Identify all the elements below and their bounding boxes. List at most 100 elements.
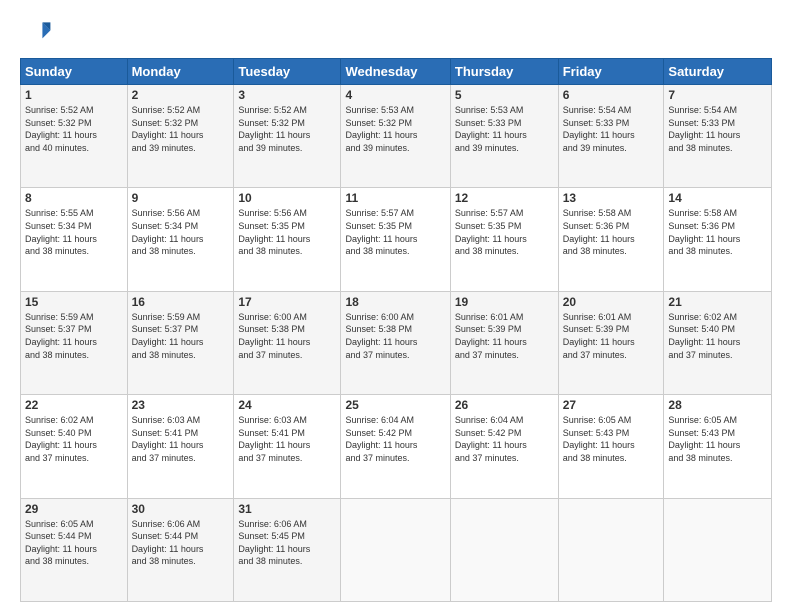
calendar-cell: 29 Sunrise: 6:05 AM Sunset: 5:44 PM Dayli…: [21, 498, 128, 601]
day-number: 1: [25, 88, 123, 102]
calendar-cell: 26 Sunrise: 6:04 AM Sunset: 5:42 PM Dayli…: [450, 395, 558, 498]
day-number: 13: [563, 191, 660, 205]
day-info: Sunrise: 6:01 AM Sunset: 5:39 PM Dayligh…: [455, 311, 554, 361]
day-info: Sunrise: 6:02 AM Sunset: 5:40 PM Dayligh…: [25, 414, 123, 464]
day-info: Sunrise: 6:05 AM Sunset: 5:44 PM Dayligh…: [25, 518, 123, 568]
calendar-week-2: 8 Sunrise: 5:55 AM Sunset: 5:34 PM Daylig…: [21, 188, 772, 291]
day-info: Sunrise: 6:03 AM Sunset: 5:41 PM Dayligh…: [238, 414, 336, 464]
day-info: Sunrise: 5:52 AM Sunset: 5:32 PM Dayligh…: [25, 104, 123, 154]
day-number: 6: [563, 88, 660, 102]
calendar-cell: 22 Sunrise: 6:02 AM Sunset: 5:40 PM Dayli…: [21, 395, 128, 498]
calendar-cell: 3Sunrise: 5:52 AM Sunset: 5:32 PM Daylig…: [234, 85, 341, 188]
calendar-cell: 23 Sunrise: 6:03 AM Sunset: 5:41 PM Dayli…: [127, 395, 234, 498]
day-info: Sunrise: 5:52 AM Sunset: 5:32 PM Dayligh…: [132, 104, 230, 154]
calendar-cell: 27 Sunrise: 6:05 AM Sunset: 5:43 PM Dayli…: [558, 395, 664, 498]
day-info: Sunrise: 6:00 AM Sunset: 5:38 PM Dayligh…: [345, 311, 445, 361]
calendar-header-sunday: Sunday: [21, 59, 128, 85]
day-info: Sunrise: 5:57 AM Sunset: 5:35 PM Dayligh…: [455, 207, 554, 257]
day-info: Sunrise: 6:05 AM Sunset: 5:43 PM Dayligh…: [563, 414, 660, 464]
day-number: 25: [345, 398, 445, 412]
page: SundayMondayTuesdayWednesdayThursdayFrid…: [0, 0, 792, 612]
day-info: Sunrise: 5:54 AM Sunset: 5:33 PM Dayligh…: [563, 104, 660, 154]
calendar-cell: 15 Sunrise: 5:59 AM Sunset: 5:37 PM Dayli…: [21, 291, 128, 394]
calendar-cell: 6 Sunrise: 5:54 AM Sunset: 5:33 PM Daylig…: [558, 85, 664, 188]
calendar-cell: 11Sunrise: 5:57 AM Sunset: 5:35 PM Dayli…: [341, 188, 450, 291]
calendar-cell: 31 Sunrise: 6:06 AM Sunset: 5:45 PM Dayli…: [234, 498, 341, 601]
header: [20, 16, 772, 48]
day-number: 31: [238, 502, 336, 516]
calendar-cell: 10Sunrise: 5:56 AM Sunset: 5:35 PM Dayli…: [234, 188, 341, 291]
calendar-cell: 20 Sunrise: 6:01 AM Sunset: 5:39 PM Dayli…: [558, 291, 664, 394]
day-info: Sunrise: 5:58 AM Sunset: 5:36 PM Dayligh…: [668, 207, 767, 257]
calendar-cell: 8 Sunrise: 5:55 AM Sunset: 5:34 PM Daylig…: [21, 188, 128, 291]
calendar-cell: [558, 498, 664, 601]
day-info: Sunrise: 5:56 AM Sunset: 5:35 PM Dayligh…: [238, 207, 336, 257]
calendar-header-monday: Monday: [127, 59, 234, 85]
calendar-header-tuesday: Tuesday: [234, 59, 341, 85]
day-info: Sunrise: 6:02 AM Sunset: 5:40 PM Dayligh…: [668, 311, 767, 361]
day-number: 21: [668, 295, 767, 309]
day-number: 23: [132, 398, 230, 412]
calendar-week-1: 1 Sunrise: 5:52 AM Sunset: 5:32 PM Daylig…: [21, 85, 772, 188]
day-number: 5: [455, 88, 554, 102]
calendar-header-saturday: Saturday: [664, 59, 772, 85]
day-info: Sunrise: 5:59 AM Sunset: 5:37 PM Dayligh…: [25, 311, 123, 361]
day-info: Sunrise: 6:04 AM Sunset: 5:42 PM Dayligh…: [345, 414, 445, 464]
calendar-cell: 19 Sunrise: 6:01 AM Sunset: 5:39 PM Dayli…: [450, 291, 558, 394]
day-info: Sunrise: 5:55 AM Sunset: 5:34 PM Dayligh…: [25, 207, 123, 257]
calendar-cell: 17 Sunrise: 6:00 AM Sunset: 5:38 PM Dayli…: [234, 291, 341, 394]
day-number: 16: [132, 295, 230, 309]
calendar-cell: 4Sunrise: 5:53 AM Sunset: 5:32 PM Daylig…: [341, 85, 450, 188]
day-info: Sunrise: 5:53 AM Sunset: 5:33 PM Dayligh…: [455, 104, 554, 154]
day-info: Sunrise: 5:54 AM Sunset: 5:33 PM Dayligh…: [668, 104, 767, 154]
day-number: 4: [345, 88, 445, 102]
day-number: 30: [132, 502, 230, 516]
day-number: 28: [668, 398, 767, 412]
logo: [20, 16, 56, 48]
day-info: Sunrise: 6:06 AM Sunset: 5:45 PM Dayligh…: [238, 518, 336, 568]
day-info: Sunrise: 6:06 AM Sunset: 5:44 PM Dayligh…: [132, 518, 230, 568]
day-number: 29: [25, 502, 123, 516]
day-number: 24: [238, 398, 336, 412]
calendar-week-4: 22 Sunrise: 6:02 AM Sunset: 5:40 PM Dayli…: [21, 395, 772, 498]
day-number: 22: [25, 398, 123, 412]
day-number: 26: [455, 398, 554, 412]
day-info: Sunrise: 5:56 AM Sunset: 5:34 PM Dayligh…: [132, 207, 230, 257]
calendar-cell: 13Sunrise: 5:58 AM Sunset: 5:36 PM Dayli…: [558, 188, 664, 291]
day-number: 15: [25, 295, 123, 309]
day-info: Sunrise: 6:00 AM Sunset: 5:38 PM Dayligh…: [238, 311, 336, 361]
day-number: 20: [563, 295, 660, 309]
calendar-cell: 28 Sunrise: 6:05 AM Sunset: 5:43 PM Dayli…: [664, 395, 772, 498]
day-number: 27: [563, 398, 660, 412]
calendar-week-3: 15 Sunrise: 5:59 AM Sunset: 5:37 PM Dayli…: [21, 291, 772, 394]
calendar-header-wednesday: Wednesday: [341, 59, 450, 85]
calendar-cell: [450, 498, 558, 601]
calendar-cell: 16 Sunrise: 5:59 AM Sunset: 5:37 PM Dayli…: [127, 291, 234, 394]
day-number: 2: [132, 88, 230, 102]
calendar-cell: 25 Sunrise: 6:04 AM Sunset: 5:42 PM Dayli…: [341, 395, 450, 498]
calendar-week-5: 29 Sunrise: 6:05 AM Sunset: 5:44 PM Dayli…: [21, 498, 772, 601]
day-info: Sunrise: 6:04 AM Sunset: 5:42 PM Dayligh…: [455, 414, 554, 464]
calendar-cell: 24 Sunrise: 6:03 AM Sunset: 5:41 PM Dayli…: [234, 395, 341, 498]
calendar-cell: 1 Sunrise: 5:52 AM Sunset: 5:32 PM Daylig…: [21, 85, 128, 188]
day-number: 19: [455, 295, 554, 309]
calendar-cell: 30 Sunrise: 6:06 AM Sunset: 5:44 PM Dayli…: [127, 498, 234, 601]
day-number: 11: [345, 191, 445, 205]
calendar-header-row: SundayMondayTuesdayWednesdayThursdayFrid…: [21, 59, 772, 85]
day-number: 7: [668, 88, 767, 102]
calendar-cell: 9Sunrise: 5:56 AM Sunset: 5:34 PM Daylig…: [127, 188, 234, 291]
calendar-cell: 14Sunrise: 5:58 AM Sunset: 5:36 PM Dayli…: [664, 188, 772, 291]
calendar-cell: 5 Sunrise: 5:53 AM Sunset: 5:33 PM Daylig…: [450, 85, 558, 188]
calendar-cell: 18Sunrise: 6:00 AM Sunset: 5:38 PM Dayli…: [341, 291, 450, 394]
logo-icon: [20, 16, 52, 48]
calendar-header-thursday: Thursday: [450, 59, 558, 85]
day-number: 8: [25, 191, 123, 205]
day-number: 17: [238, 295, 336, 309]
day-info: Sunrise: 6:03 AM Sunset: 5:41 PM Dayligh…: [132, 414, 230, 464]
day-info: Sunrise: 6:01 AM Sunset: 5:39 PM Dayligh…: [563, 311, 660, 361]
calendar-cell: 7 Sunrise: 5:54 AM Sunset: 5:33 PM Daylig…: [664, 85, 772, 188]
day-info: Sunrise: 5:59 AM Sunset: 5:37 PM Dayligh…: [132, 311, 230, 361]
day-info: Sunrise: 6:05 AM Sunset: 5:43 PM Dayligh…: [668, 414, 767, 464]
calendar-table: SundayMondayTuesdayWednesdayThursdayFrid…: [20, 58, 772, 602]
day-info: Sunrise: 5:52 AM Sunset: 5:32 PM Dayligh…: [238, 104, 336, 154]
